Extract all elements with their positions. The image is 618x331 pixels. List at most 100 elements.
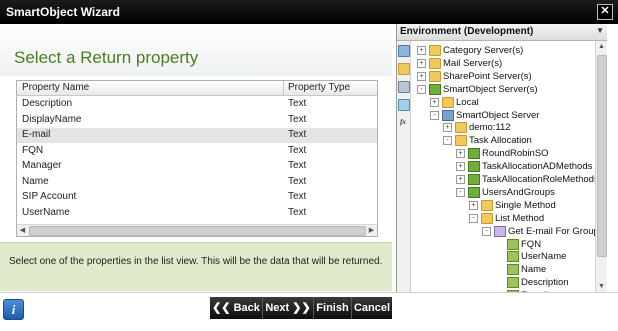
tree-node[interactable]: Name [411, 263, 595, 276]
property-type-cell: Text [288, 129, 307, 140]
expand-icon[interactable]: + [443, 123, 452, 133]
folder-icon[interactable] [398, 63, 410, 75]
scroll-left-icon[interactable]: ◀ [17, 225, 28, 236]
expand-icon[interactable]: + [469, 200, 478, 210]
cancel-button[interactable]: Cancel [352, 297, 392, 319]
tree-node[interactable]: - Get E-mail For Group Us [411, 225, 595, 238]
collapse-icon[interactable]: - [417, 84, 426, 94]
environment-title: Environment (Development) [400, 26, 534, 37]
tree-node-label: Get E-mail For Group Us [508, 225, 595, 237]
tree-node[interactable]: FQN [411, 238, 595, 251]
expand-icon[interactable]: + [417, 58, 426, 68]
scroll-right-icon[interactable]: ▶ [366, 225, 377, 236]
tree-node[interactable]: + RoundRobinSO [411, 147, 595, 160]
horizontal-scrollbar[interactable]: ◀ ▶ [17, 224, 377, 236]
tree-node[interactable]: - UsersAndGroups [411, 186, 595, 199]
collapse-icon[interactable]: - [469, 213, 478, 223]
table-row[interactable]: Name Text [17, 175, 377, 190]
tree-node[interactable]: + Local [411, 96, 595, 109]
tree-node[interactable]: + demo:112 [411, 121, 595, 134]
title-bar: SmartObject Wizard ✕ [0, 0, 618, 24]
expand-icon[interactable]: + [456, 162, 465, 172]
tree-node[interactable]: + Mail Server(s) [411, 57, 595, 70]
environment-panel: Environment (Development) ▼ fx + Category… [396, 24, 607, 292]
back-arrow-icon: ❮❮ [212, 302, 234, 314]
folder-icon [481, 199, 493, 211]
window-title: SmartObject Wizard [6, 5, 120, 19]
column-header-property-type[interactable]: Property Type [288, 82, 350, 93]
column-separator[interactable] [283, 81, 284, 95]
tree-node[interactable]: + SharePoint Server(s) [411, 70, 595, 83]
property-name-cell: Name [22, 175, 49, 187]
tree-node[interactable]: - SmartObject Server(s) [411, 83, 595, 96]
collapse-icon[interactable]: - [482, 226, 491, 236]
table-row[interactable]: UserName Text [17, 206, 377, 221]
tree-node-label: TaskAllocationADMethods [482, 161, 593, 173]
data-icon[interactable] [398, 99, 410, 111]
green-icon [468, 161, 480, 173]
server-browser-icon[interactable] [398, 45, 410, 57]
tree-node[interactable]: - SmartObject Server [411, 109, 595, 122]
tree-node-label: FQN [521, 238, 542, 250]
prop-icon [507, 277, 519, 289]
table-row[interactable]: FQN Text [17, 144, 377, 159]
collapse-icon[interactable]: - [430, 110, 439, 120]
function-icon[interactable]: fx [398, 117, 408, 127]
tree-node-label: SharePoint Server(s) [443, 70, 532, 82]
tree-node-label: TaskAllocationRoleMethods [482, 174, 595, 185]
next-button[interactable]: Next ❯❯ [263, 297, 314, 319]
table-row[interactable]: Manager Text [17, 159, 377, 174]
finish-button[interactable]: Finish [314, 297, 352, 319]
tree-node[interactable]: Description [411, 276, 595, 289]
folder-icon [429, 70, 441, 82]
vertical-scrollbar[interactable]: ▲ ▼ [595, 41, 607, 292]
tree-node[interactable]: - List Method [411, 212, 595, 225]
scroll-up-icon[interactable]: ▲ [596, 41, 607, 52]
tree-node-label: UserName [521, 251, 567, 263]
scroll-thumb[interactable] [29, 226, 366, 236]
property-name-cell: E-mail [22, 129, 51, 140]
expand-icon[interactable]: + [417, 71, 426, 81]
property-name-cell: FQN [22, 144, 44, 156]
column-header-property-name[interactable]: Property Name [22, 82, 89, 93]
property-name-cell: DisplayName [22, 113, 82, 125]
collapse-icon[interactable]: - [443, 136, 452, 146]
table-row[interactable]: E-mail Text [17, 128, 377, 143]
property-type-cell: Text [288, 206, 307, 218]
tree-node-label: Single Method [495, 199, 556, 211]
tree-node[interactable]: UserName [411, 250, 595, 263]
expand-icon[interactable]: + [456, 175, 465, 184]
scroll-down-icon[interactable]: ▼ [596, 281, 607, 292]
tree-node[interactable]: - Task Allocation [411, 134, 595, 147]
wizard-main-panel: Select a Return property Property Name P… [0, 24, 392, 292]
collapse-icon[interactable]: - [456, 187, 465, 197]
property-type-cell: Text [288, 98, 307, 109]
table-row[interactable]: SIP Account Text [17, 190, 377, 205]
info-panel: Select one of the properties in the list… [0, 242, 392, 291]
info-button[interactable]: i [3, 299, 24, 320]
property-list-view[interactable]: Property Name Property Type Description T… [16, 80, 378, 237]
tree-node-label: Task Allocation [469, 135, 532, 147]
property-name-cell: SIP Account [22, 191, 77, 202]
page-title: Select a Return property [14, 48, 199, 67]
folder-icon [429, 45, 441, 56]
document-icon[interactable] [398, 81, 410, 93]
tree-node[interactable]: + Single Method [411, 199, 595, 212]
tree-node-label: SmartObject Server [456, 109, 540, 121]
wizard-footer: i ❮❮ Back Next ❯❯ Finish Cancel [0, 292, 618, 331]
tree-node[interactable]: + TaskAllocationADMethods [411, 160, 595, 173]
list-header: Property Name Property Type [17, 81, 377, 96]
expand-icon[interactable]: + [456, 149, 465, 159]
tree-node[interactable]: + Category Server(s) [411, 44, 595, 57]
table-row[interactable]: DisplayName Text [17, 113, 377, 128]
scroll-thumb[interactable] [597, 55, 607, 257]
table-row[interactable]: Description Text [17, 97, 377, 112]
tree-node[interactable]: + TaskAllocationRoleMethods [411, 173, 595, 186]
back-button[interactable]: ❮❮ Back [210, 297, 263, 319]
expand-icon[interactable]: + [430, 97, 439, 107]
chevron-down-icon[interactable]: ▼ [596, 26, 604, 35]
method-icon [494, 225, 506, 237]
expand-icon[interactable]: + [417, 46, 426, 55]
close-icon[interactable]: ✕ [597, 4, 613, 20]
tree-node-label: RoundRobinSO [482, 148, 549, 160]
